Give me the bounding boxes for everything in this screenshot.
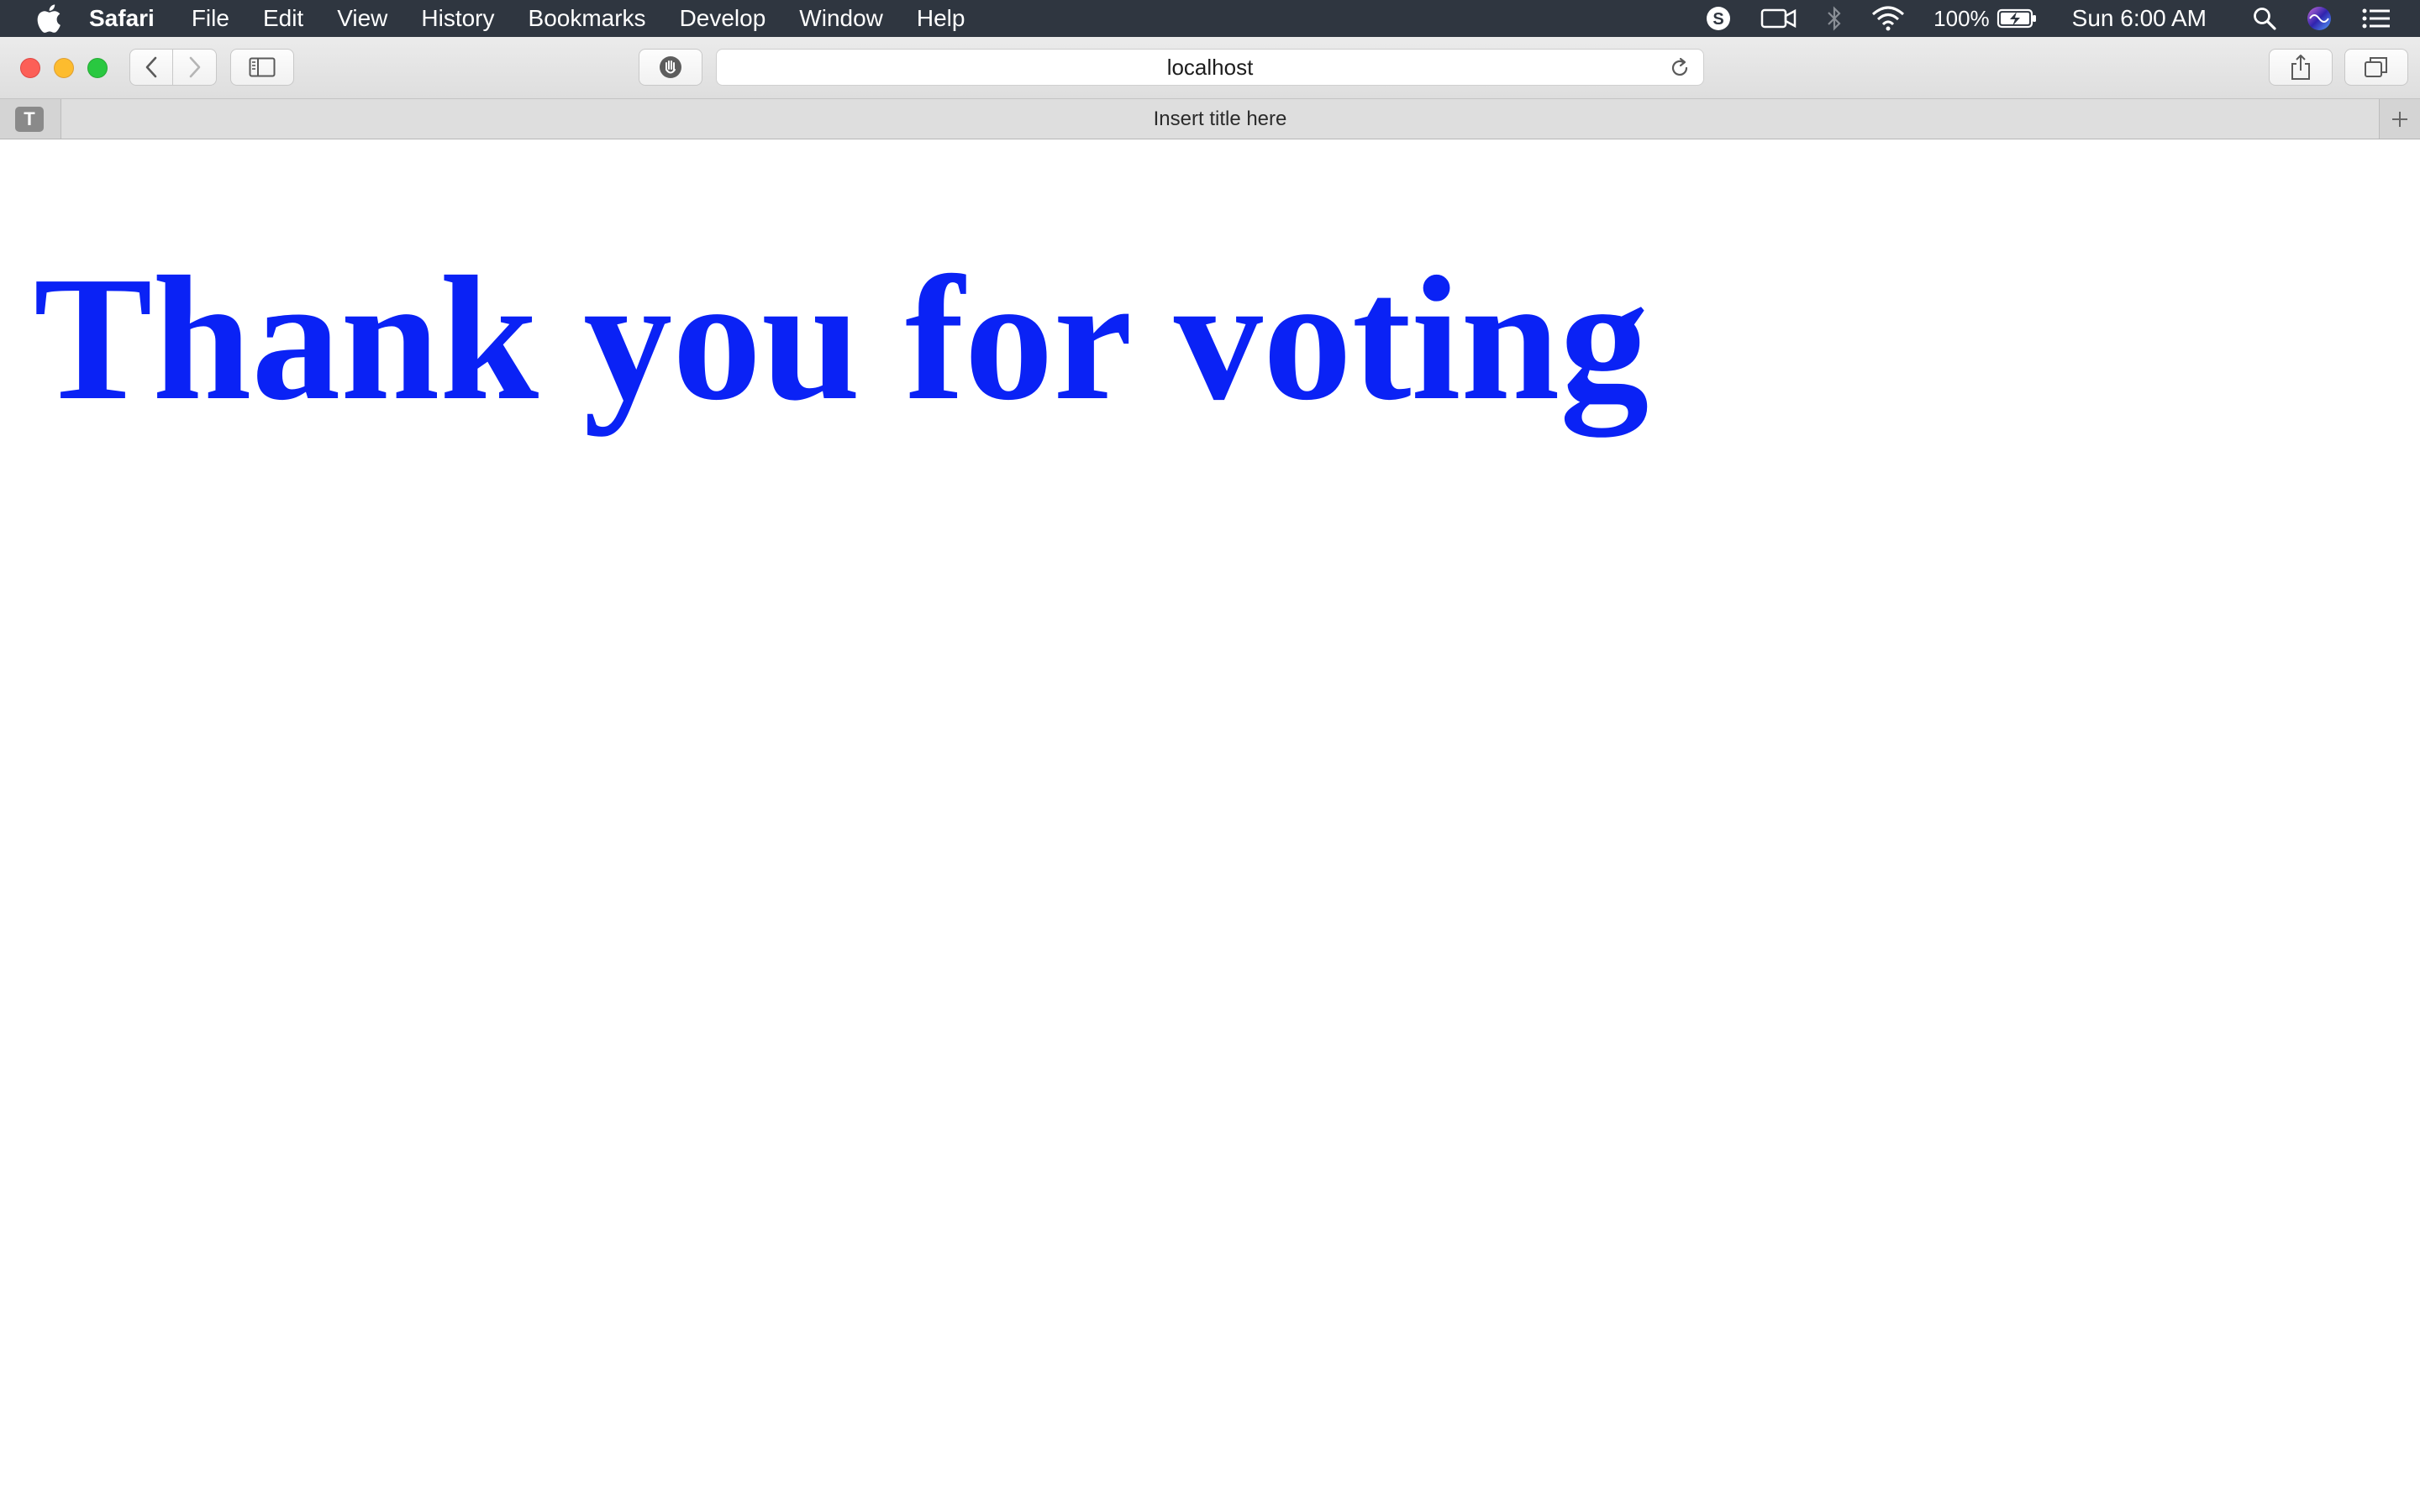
zoom-window-button[interactable] (87, 58, 108, 78)
battery-percent[interactable]: 100% (1933, 6, 1990, 32)
minimize-window-button[interactable] (54, 58, 74, 78)
menu-history[interactable]: History (421, 5, 494, 32)
menu-file[interactable]: File (192, 5, 229, 32)
facetime-camera-icon[interactable] (1760, 6, 1797, 31)
spotlight-search-icon[interactable] (2252, 6, 2277, 31)
browser-toolbar: localhost (0, 37, 2420, 99)
thank-you-heading: Thank you for voting (34, 239, 1649, 437)
menu-clock[interactable]: Sun 6:00 AM (2072, 5, 2207, 32)
tab-bar: T Insert title here (0, 99, 2420, 139)
pinned-tab-favicon[interactable]: T (15, 107, 44, 132)
battery-charging-icon[interactable] (1996, 8, 2039, 29)
back-button[interactable] (129, 49, 173, 86)
plus-icon (2392, 111, 2407, 127)
privacy-shield-button[interactable] (639, 49, 702, 86)
new-tab-button[interactable] (2380, 99, 2420, 139)
menu-window[interactable]: Window (799, 5, 883, 32)
web-page-content: Thank you for voting (0, 140, 2420, 1512)
forward-icon (189, 56, 200, 78)
bluetooth-icon[interactable] (1826, 5, 1843, 32)
menu-help[interactable]: Help (917, 5, 965, 32)
sidebar-icon (249, 57, 276, 77)
forward-button[interactable] (173, 49, 217, 86)
active-tab[interactable]: Insert title here (60, 99, 2380, 139)
tab-overview-button[interactable] (2344, 49, 2408, 86)
menu-bookmarks[interactable]: Bookmarks (529, 5, 646, 32)
privacy-shield-icon (660, 56, 681, 78)
reload-icon[interactable] (1668, 56, 1691, 80)
share-button[interactable] (2269, 49, 2333, 86)
sidebar-toggle-button[interactable] (230, 49, 294, 86)
menu-view[interactable]: View (337, 5, 387, 32)
nav-button-group (129, 49, 217, 86)
svg-text:S: S (1712, 10, 1723, 29)
menu-bar: Safari File Edit View History Bookmarks … (0, 0, 2420, 37)
skype-icon[interactable]: S (1705, 5, 1732, 32)
share-icon (2291, 55, 2310, 80)
tab-title: Insert title here (1153, 107, 1287, 130)
tab-overview-icon (2365, 57, 2387, 77)
back-icon (145, 56, 157, 78)
wifi-icon[interactable] (1871, 6, 1905, 31)
close-window-button[interactable] (20, 58, 40, 78)
address-bar[interactable]: localhost (716, 49, 1704, 86)
notification-center-icon[interactable] (2361, 7, 2391, 30)
status-area: S 100% Sun 6:00 AM (1705, 0, 2420, 37)
url-text[interactable]: localhost (1167, 55, 1254, 81)
menu-develop[interactable]: Develop (680, 5, 766, 32)
siri-icon[interactable] (2306, 5, 2333, 32)
apple-icon[interactable] (32, 2, 66, 35)
menu-app-safari[interactable]: Safari (89, 5, 155, 32)
menu-edit[interactable]: Edit (263, 5, 303, 32)
